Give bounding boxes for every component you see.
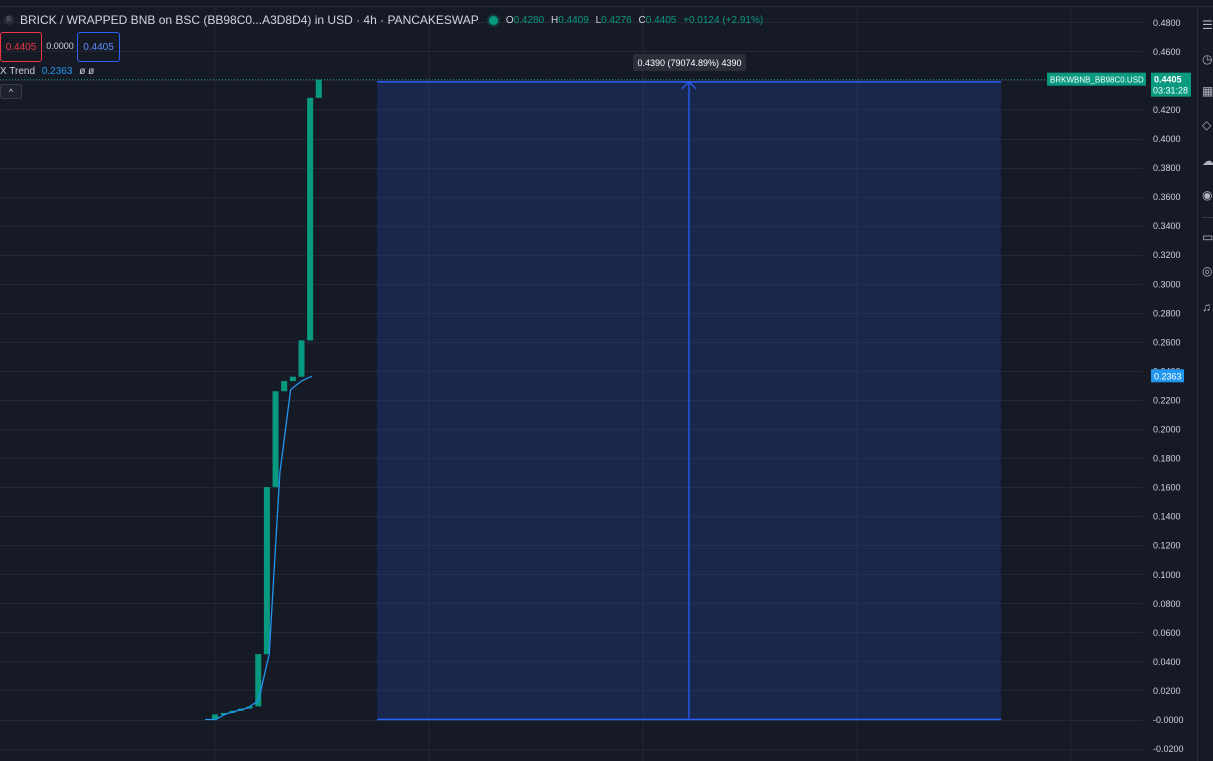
y-tick-label: 0.4800 xyxy=(1153,18,1181,28)
candle xyxy=(263,487,270,655)
y-tick-label: 0.2600 xyxy=(1153,337,1181,347)
high-value: 0.4409 xyxy=(558,14,589,26)
candles xyxy=(212,79,322,720)
candle xyxy=(289,376,296,382)
y-tick-label: 0.1200 xyxy=(1153,541,1181,551)
y-tick-label: 0.4600 xyxy=(1153,47,1181,57)
bookmark-icon[interactable]: ▭ xyxy=(1202,230,1213,244)
y-tick-label: 0.2800 xyxy=(1153,308,1181,318)
spread-value: 0.0000 xyxy=(46,41,74,51)
y-tick-label: 0.1800 xyxy=(1153,454,1181,464)
cloud-icon[interactable]: ☁ xyxy=(1202,154,1213,168)
price-chart[interactable]: 0.4390 (79074.89%) 4390 0.4800 0.4600 0.44… xyxy=(0,0,1197,761)
symbol-badge-text: BRKWBNB_BB98C0.USD xyxy=(1050,76,1144,85)
y-tick-label: -0.0000 xyxy=(1153,715,1184,725)
trend-badge-value: 0.2363 xyxy=(1154,371,1182,381)
y-tick-label: 0.3800 xyxy=(1153,163,1181,173)
candle xyxy=(298,340,305,377)
y-tick-label: 0.0600 xyxy=(1153,628,1181,638)
y-tick-label: 0.0400 xyxy=(1153,657,1181,667)
open-value: 0.4280 xyxy=(513,14,545,26)
clock-icon[interactable]: ◷ xyxy=(1202,52,1213,66)
indicator-extra-1: ø xyxy=(79,66,86,77)
token-logo: B xyxy=(4,15,14,25)
y-tick-label: 0.3000 xyxy=(1153,279,1181,289)
lightbulb-icon[interactable]: ◉ xyxy=(1202,188,1213,202)
layers-icon[interactable]: ◇ xyxy=(1202,118,1213,132)
y-tick-label: -0.0200 xyxy=(1153,744,1184,754)
price-axis: 0.48000.46000.44000.42000.40000.38000.36… xyxy=(1153,18,1184,754)
price-range-measure: 0.4390 (79074.89%) 4390 xyxy=(377,54,1001,721)
candle xyxy=(255,654,262,707)
symbol-header: B BRICK / WRAPPED BNB on BSC (BB98C0...A… xyxy=(0,11,767,29)
y-tick-label: 0.4200 xyxy=(1153,105,1181,115)
y-tick-label: 0.4000 xyxy=(1153,134,1181,144)
candle xyxy=(307,97,314,341)
bell-icon[interactable]: ♫ xyxy=(1202,300,1213,314)
symbol-title[interactable]: BRICK / WRAPPED BNB on BSC (BB98C0...A3D… xyxy=(20,13,479,27)
low-value: 0.4276 xyxy=(601,14,632,26)
buy-button[interactable]: 0.4405 xyxy=(77,32,120,62)
y-tick-label: 0.3400 xyxy=(1153,221,1181,231)
indicator-legend[interactable]: X Trend 0.2363 ø ø xyxy=(0,66,94,77)
y-tick-label: 0.2000 xyxy=(1153,425,1181,435)
candle xyxy=(315,79,322,98)
y-tick-label: 0.3600 xyxy=(1153,192,1181,202)
sell-button[interactable]: 0.4405 xyxy=(0,32,42,62)
candle xyxy=(272,391,279,488)
list-icon[interactable]: ☰ xyxy=(1202,18,1213,32)
y-tick-label: 0.1000 xyxy=(1153,570,1181,580)
change-value: +0.0124 (+2.91%) xyxy=(683,14,764,26)
y-tick-label: 0.0800 xyxy=(1153,599,1181,609)
measure-label: 0.4390 (79074.89%) 4390 xyxy=(637,58,741,68)
collapse-legend-button[interactable]: ^ xyxy=(0,84,22,99)
right-toolbar: ☰ ◷ ▦ ◇ ☁ ◉ ▭ ◎ ♫ xyxy=(1197,8,1213,761)
indicator-extra-2: ø xyxy=(88,66,95,77)
indicator-value: 0.2363 xyxy=(41,66,73,77)
bar-countdown: 03:31:28 xyxy=(1153,86,1188,96)
indicator-name: X Trend xyxy=(0,66,36,77)
broadcast-icon[interactable]: ◎ xyxy=(1202,264,1213,278)
ohlc-readout: O0.4280 H0.4409 L0.4276 C0.4405 +0.0124 … xyxy=(505,14,764,26)
last-price-value: 0.4405 xyxy=(1154,75,1182,85)
calendar-icon[interactable]: ▦ xyxy=(1202,84,1213,98)
toolbar-separator xyxy=(1202,217,1213,218)
candle xyxy=(281,381,288,392)
y-tick-label: 0.2200 xyxy=(1153,395,1181,405)
y-tick-label: 0.3200 xyxy=(1153,250,1181,260)
y-tick-label: 0.1400 xyxy=(1153,512,1181,522)
y-tick-label: 0.0200 xyxy=(1153,686,1181,696)
y-tick-label: 0.1600 xyxy=(1153,483,1181,493)
close-value: 0.4405 xyxy=(645,14,677,26)
market-open-indicator xyxy=(488,15,498,25)
